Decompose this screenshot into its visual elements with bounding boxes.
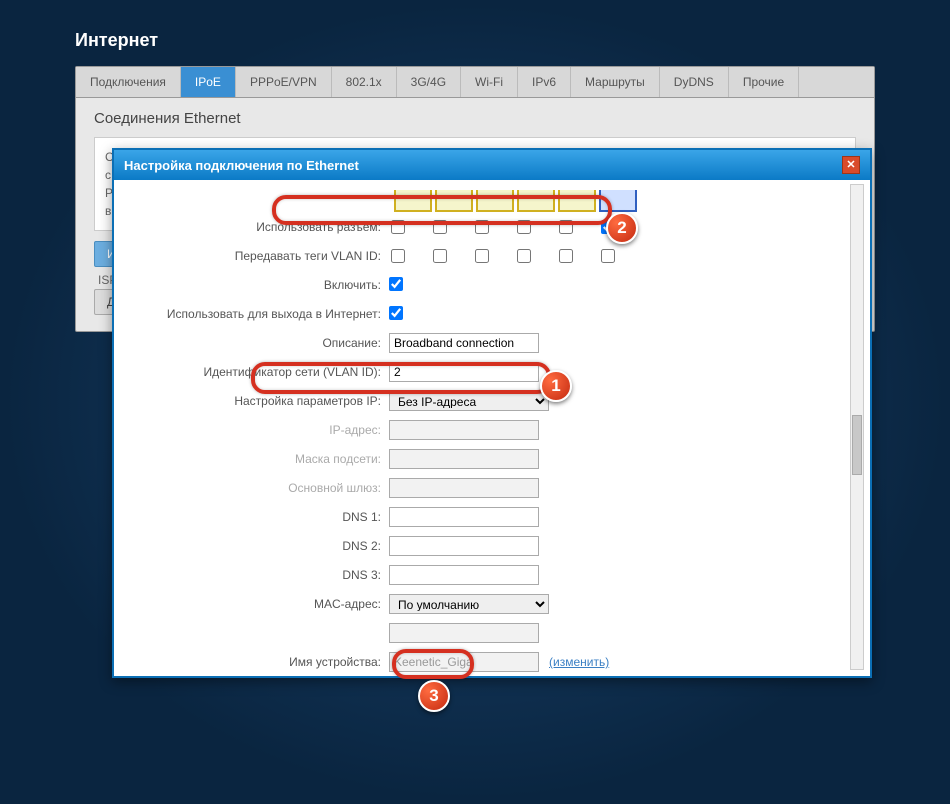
port-icon	[517, 190, 555, 212]
row-device-name: Имя устройства: (изменить)	[144, 651, 840, 673]
row-dns1: DNS 1:	[144, 506, 840, 528]
row-enable: Включить:	[144, 274, 840, 296]
dns1-input[interactable]	[389, 507, 539, 527]
label-ip-address: IP-адрес:	[144, 423, 389, 437]
tab-routes[interactable]: Маршруты	[571, 67, 660, 97]
row-vlan-tags: Передавать теги VLAN ID:	[144, 245, 840, 267]
device-name-input	[389, 652, 539, 672]
port-icon	[599, 190, 637, 212]
change-link[interactable]: (изменить)	[549, 655, 609, 669]
row-gateway: Основной шлюз:	[144, 477, 840, 499]
label-vlan-id: Идентификатор сети (VLAN ID):	[144, 365, 389, 379]
mac-select[interactable]: По умолчанию	[389, 594, 549, 614]
label-vlan-tags: Передавать теги VLAN ID:	[144, 249, 389, 263]
ip-settings-select[interactable]: Без IP-адреса	[389, 391, 549, 411]
tab-other[interactable]: Прочие	[729, 67, 799, 97]
row-vlan-id: Идентификатор сети (VLAN ID):	[144, 361, 840, 383]
enable-checkbox[interactable]	[389, 277, 403, 291]
callout-badge-2: 2	[606, 212, 638, 244]
tab-ipoe[interactable]: IPoE	[181, 67, 236, 97]
ports-diagram	[394, 190, 840, 212]
callout-badge-1: 1	[540, 370, 572, 402]
tab-dydns[interactable]: DyDNS	[660, 67, 729, 97]
dns2-input[interactable]	[389, 536, 539, 556]
page-title: Интернет	[0, 0, 950, 66]
label-use-internet: Использовать для выхода в Интернет:	[144, 307, 389, 321]
vlan-checkbox-5[interactable]	[559, 249, 573, 263]
row-netmask: Маска подсети:	[144, 448, 840, 470]
label-description: Описание:	[144, 336, 389, 350]
netmask-input	[389, 449, 539, 469]
label-dns1: DNS 1:	[144, 510, 389, 524]
dialog-titlebar: Настройка подключения по Ethernet ✕	[114, 150, 870, 180]
vlan-checkbox-3[interactable]	[475, 249, 489, 263]
row-mac: MAC-адрес: По умолчанию	[144, 593, 840, 615]
label-netmask: Маска подсети:	[144, 452, 389, 466]
row-description: Описание:	[144, 332, 840, 354]
row-use-connector: Использовать разъем:	[144, 216, 840, 238]
dialog-ethernet-settings: Настройка подключения по Ethernet ✕ Испо…	[112, 148, 872, 678]
tab-wifi[interactable]: Wi-Fi	[461, 67, 518, 97]
dns3-input[interactable]	[389, 565, 539, 585]
label-use-connector: Использовать разъем:	[144, 220, 389, 234]
scrollbar[interactable]	[850, 184, 864, 670]
label-mac: MAC-адрес:	[144, 597, 389, 611]
row-dns3: DNS 3:	[144, 564, 840, 586]
dialog-body: Использовать разъем: Передавать теги VLA…	[114, 180, 870, 678]
connector-checkbox-5[interactable]	[559, 220, 573, 234]
tab-3g4g[interactable]: 3G/4G	[397, 67, 461, 97]
vlan-id-input[interactable]	[389, 362, 539, 382]
vlan-checkbox-2[interactable]	[433, 249, 447, 263]
tab-pppoe[interactable]: PPPoE/VPN	[236, 67, 332, 97]
port-icon	[435, 190, 473, 212]
row-use-internet: Использовать для выхода в Интернет:	[144, 303, 840, 325]
port-icon	[558, 190, 596, 212]
vlan-checkboxes	[389, 249, 615, 263]
row-mac-extra	[144, 622, 840, 644]
mac-input	[389, 623, 539, 643]
callout-badge-3: 3	[418, 680, 450, 712]
tab-ipv6[interactable]: IPv6	[518, 67, 571, 97]
connector-checkboxes	[389, 220, 615, 234]
dialog-title: Настройка подключения по Ethernet	[124, 158, 359, 173]
connector-checkbox-3[interactable]	[475, 220, 489, 234]
tabs-bar: Подключения IPoE PPPoE/VPN 802.1x 3G/4G …	[76, 67, 874, 98]
close-icon[interactable]: ✕	[842, 156, 860, 174]
label-device-name: Имя устройства:	[144, 655, 389, 669]
panel-heading: Соединения Ethernet	[94, 110, 856, 127]
connector-checkbox-4[interactable]	[517, 220, 531, 234]
label-dns3: DNS 3:	[144, 568, 389, 582]
vlan-checkbox-6[interactable]	[601, 249, 615, 263]
port-icon	[476, 190, 514, 212]
use-internet-checkbox[interactable]	[389, 306, 403, 320]
row-ip-settings: Настройка параметров IP: Без IP-адреса	[144, 390, 840, 412]
tab-connections[interactable]: Подключения	[76, 67, 181, 97]
connector-checkbox-2[interactable]	[433, 220, 447, 234]
port-icon	[394, 190, 432, 212]
label-gateway: Основной шлюз:	[144, 481, 389, 495]
description-input[interactable]	[389, 333, 539, 353]
label-dns2: DNS 2:	[144, 539, 389, 553]
row-ip-address: IP-адрес:	[144, 419, 840, 441]
ip-address-input	[389, 420, 539, 440]
scrollbar-thumb[interactable]	[852, 415, 862, 475]
gateway-input	[389, 478, 539, 498]
vlan-checkbox-1[interactable]	[391, 249, 405, 263]
connector-checkbox-1[interactable]	[391, 220, 405, 234]
label-ip-settings: Настройка параметров IP:	[144, 394, 389, 408]
vlan-checkbox-4[interactable]	[517, 249, 531, 263]
tab-8021x[interactable]: 802.1x	[332, 67, 397, 97]
row-dns2: DNS 2:	[144, 535, 840, 557]
label-enable: Включить:	[144, 278, 389, 292]
